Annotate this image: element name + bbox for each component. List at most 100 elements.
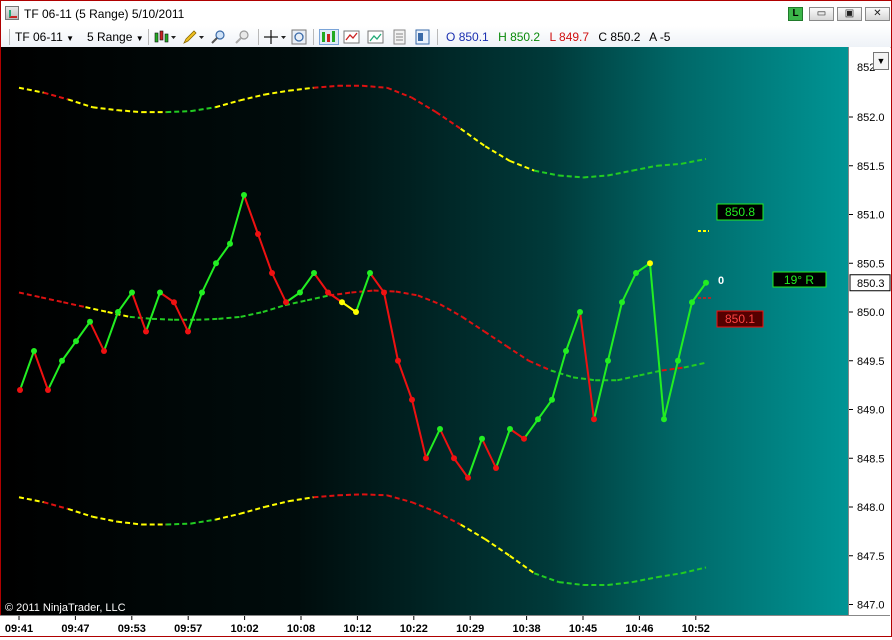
price-chart[interactable]: 850.8 850.1 0 19° R © 2011 NinjaTrader, … (1, 47, 891, 636)
minimize-button[interactable]: ▭ (809, 7, 834, 21)
price-tick-label: 850.5 (857, 258, 885, 270)
time-tick-label: 10:22 (400, 623, 428, 635)
price-point (31, 348, 37, 354)
price-point (283, 299, 289, 306)
price-tick-label: 849.5 (857, 356, 885, 368)
search-icon[interactable] (291, 29, 308, 45)
period-selector[interactable]: 5 Range ▼ (87, 30, 144, 44)
price-point (297, 289, 303, 296)
price-point (563, 348, 569, 354)
price-point (255, 231, 261, 237)
price-point (703, 279, 709, 286)
time-tick-label: 10:12 (343, 623, 371, 635)
instrument-selector[interactable]: TF 06-11 ▼ (15, 30, 74, 44)
price-point (661, 416, 667, 423)
time-tick-label: 09:47 (61, 623, 89, 635)
price-point (521, 435, 527, 442)
price-point (549, 396, 555, 403)
price-point (339, 299, 345, 306)
zoom-in-icon[interactable] (210, 29, 227, 45)
price-tick-label: 851.5 (857, 161, 885, 173)
toolbar-separator (313, 29, 314, 45)
price-tick-label: 852.0 (857, 112, 885, 124)
time-tick-label: 10:38 (513, 623, 541, 635)
lower-band-segment (166, 522, 191, 526)
price-point (381, 289, 387, 296)
price-tick-label: 849.0 (857, 405, 885, 417)
price-point (101, 348, 107, 354)
axis-menu-button[interactable]: ▼ (873, 52, 889, 70)
indicators-icon[interactable] (343, 29, 360, 45)
strategies-icon[interactable] (367, 29, 384, 45)
price-point (87, 318, 93, 325)
price-point (157, 289, 163, 296)
price-point (395, 357, 401, 364)
middle-band-segment (151, 317, 175, 321)
price-axis-scale: 852852.0851.5851.0850.5850.0849.5849.084… (849, 62, 891, 612)
close-value: 850.2 (610, 30, 641, 44)
time-axis[interactable]: 09:41 09:47 09:53 09:57 10:02 10:08 10:12 10:22… (0, 615, 890, 636)
price-point (479, 435, 485, 442)
time-tick-label: 10:46 (625, 623, 653, 635)
time-tick-label: 09:53 (118, 623, 146, 635)
window-title: TF 06-11 (5 Range) 5/10/2011 (24, 7, 185, 21)
current-price-label: 850.3 (857, 278, 885, 290)
price-point (59, 357, 65, 364)
lower-band-segment (337, 493, 363, 497)
maximize-button[interactable]: ▣ (837, 7, 862, 21)
price-point (675, 357, 681, 364)
time-axis-scale: 09:41 09:47 09:53 09:57 10:02 10:08 10:12 10:22… (5, 616, 710, 635)
price-point (353, 309, 359, 315)
open-label: O (446, 30, 456, 44)
price-point (423, 455, 429, 462)
close-button[interactable]: ✕ (865, 7, 890, 21)
time-tick-label: 09:57 (174, 623, 202, 635)
high-label: H (498, 30, 507, 44)
zoom-out-icon[interactable] (234, 29, 251, 45)
price-point (185, 328, 191, 335)
maximize-icon: ▣ (844, 8, 855, 19)
toolbar-grip (9, 29, 10, 45)
price-point (171, 299, 177, 306)
drawing-pencil-icon[interactable] (181, 29, 205, 45)
price-point (577, 309, 583, 315)
price-point (465, 474, 471, 481)
price-point (129, 289, 135, 296)
crosshair-icon[interactable] (263, 29, 287, 45)
time-tick-label: 10:08 (287, 623, 315, 635)
toolbar-separator (437, 29, 438, 45)
label-lower: 850.1 (725, 312, 755, 326)
price-point (409, 396, 415, 403)
high-value: 850.2 (510, 30, 541, 44)
link-button[interactable]: L (788, 7, 803, 21)
price-point (73, 338, 79, 345)
period-label: 5 Range (87, 30, 133, 44)
price-point (591, 416, 597, 423)
price-point (325, 289, 331, 296)
price-point (115, 309, 121, 315)
price-axis[interactable]: 852 852.0 851.5 851.0 850.5 850.0 849.5 849.0 84… (848, 47, 891, 615)
data-box-icon[interactable] (391, 29, 408, 45)
time-tick-label: 10:52 (682, 623, 710, 635)
label-upper: 850.8 (725, 205, 755, 219)
price-tick-label: 847.5 (857, 551, 885, 563)
ninjatrader-app-icon (5, 6, 19, 20)
price-point (535, 416, 541, 423)
title-bar[interactable]: TF 06-11 (5 Range) 5/10/2011 L ▭ ▣ ✕ (1, 1, 891, 26)
minimize-icon: ▭ (816, 8, 827, 19)
chart-trader-icon[interactable] (319, 29, 339, 45)
price-point (17, 387, 23, 393)
price-point (605, 357, 611, 364)
instrument-label: TF 06-11 (15, 30, 63, 44)
price-point (45, 387, 51, 393)
properties-icon[interactable] (414, 29, 431, 45)
upper-band-segment (166, 110, 191, 114)
price-point (143, 328, 149, 335)
chevron-down-icon: ▼ (876, 56, 886, 66)
bar-type-icon[interactable] (153, 29, 177, 45)
low-value: 849.7 (559, 30, 590, 44)
open-value: 850.1 (458, 30, 489, 44)
price-point (647, 260, 653, 267)
time-tick-label: 09:41 (5, 623, 33, 635)
price-point (227, 240, 233, 247)
